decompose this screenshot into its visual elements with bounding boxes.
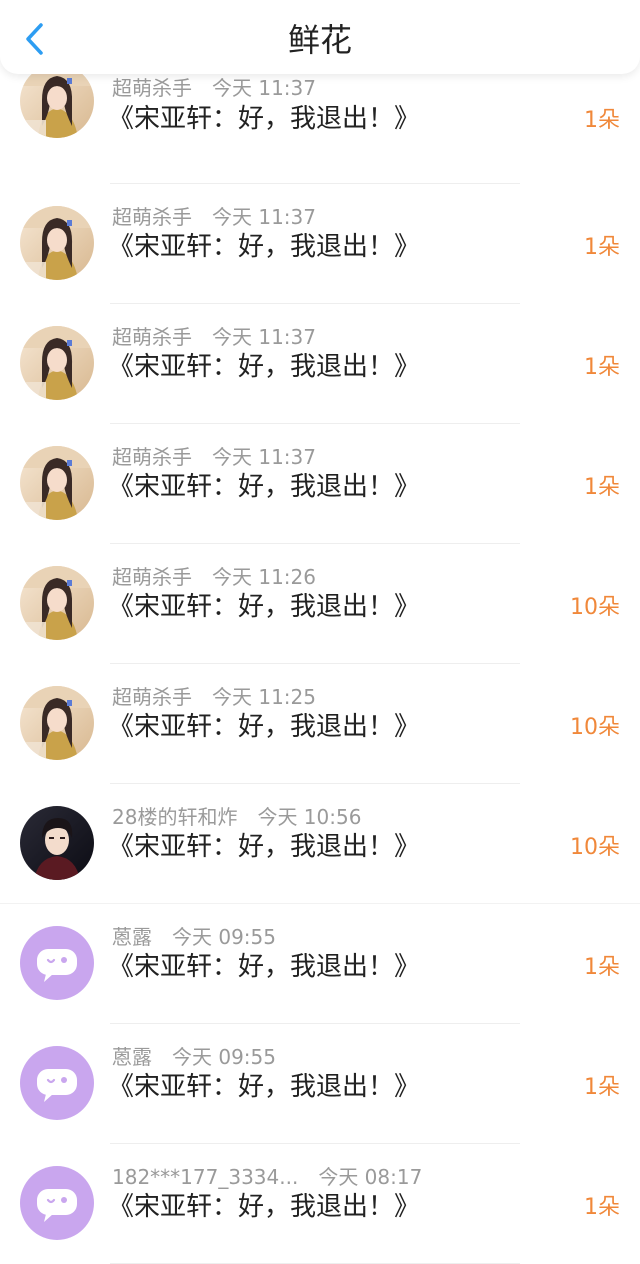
story-title: 《宋亚轩：好，我退出！》 xyxy=(108,232,421,262)
flower-count: 10朵 xyxy=(570,715,620,740)
flower-count: 1朵 xyxy=(584,1075,620,1100)
flower-record-row[interactable]: 超萌杀手 今天 11:37 《宋亚轩：好，我退出！》 1朵 xyxy=(0,184,640,304)
flower-count: 10朵 xyxy=(570,595,620,620)
user-avatar-image xyxy=(20,806,94,880)
flower-count: 1朵 xyxy=(584,235,620,260)
story-title: 《宋亚轩：好，我退出！》 xyxy=(108,832,421,862)
top-bar: 鲜花 xyxy=(0,0,640,74)
avatar[interactable] xyxy=(20,1166,94,1240)
flower-record-row[interactable]: 超萌杀手 今天 11:37 《宋亚轩：好，我退出！》 1朵 xyxy=(0,304,640,424)
user-avatar-image xyxy=(20,566,94,640)
flower-record-row[interactable]: 超萌杀手 今天 11:37 《宋亚轩：好，我退出！》 1朵 xyxy=(0,64,640,184)
flower-record-row[interactable]: 超萌杀手 今天 11:26 《宋亚轩：好，我退出！》 10朵 xyxy=(0,544,640,664)
avatar[interactable] xyxy=(20,1046,94,1120)
default-chat-avatar xyxy=(20,926,94,1000)
user-avatar-image xyxy=(20,326,94,400)
avatar[interactable] xyxy=(20,206,94,280)
flower-record-row[interactable]: 超萌杀手 今天 11:25 《宋亚轩：好，我退出！》 10朵 xyxy=(0,664,640,784)
flower-count: 1朵 xyxy=(584,108,620,133)
flower-count: 1朵 xyxy=(584,355,620,380)
story-title: 《宋亚轩：好，我退出！》 xyxy=(108,952,421,982)
flower-count: 1朵 xyxy=(584,955,620,980)
flower-count: 1朵 xyxy=(584,1195,620,1220)
flower-record-row[interactable]: 超萌杀手 今天 11:37 《宋亚轩：好，我退出！》 1朵 xyxy=(0,424,640,544)
user-avatar-image xyxy=(20,206,94,280)
avatar[interactable] xyxy=(20,446,94,520)
story-title: 《宋亚轩：好，我退出！》 xyxy=(108,712,421,742)
story-title: 《宋亚轩：好，我退出！》 xyxy=(108,472,421,502)
story-title: 《宋亚轩：好，我退出！》 xyxy=(108,104,421,134)
flower-list: 超萌杀手 今天 11:37 《宋亚轩：好，我退出！》 1朵 超萌杀手 今天 11:37 《宋… xyxy=(0,64,640,1264)
story-title: 《宋亚轩：好，我退出！》 xyxy=(108,592,421,622)
flower-count: 10朵 xyxy=(570,835,620,860)
flower-record-row[interactable]: 蒽露 今天 09:55 《宋亚轩：好，我退出！》 1朵 xyxy=(0,1024,640,1144)
default-chat-avatar xyxy=(20,1166,94,1240)
page-title: 鲜花 xyxy=(287,21,352,59)
avatar[interactable] xyxy=(20,326,94,400)
avatar[interactable] xyxy=(20,806,94,880)
default-chat-avatar xyxy=(20,1046,94,1120)
avatar[interactable] xyxy=(20,566,94,640)
flower-record-row[interactable]: 蒽露 今天 09:55 《宋亚轩：好，我退出！》 1朵 xyxy=(0,904,640,1024)
avatar[interactable] xyxy=(20,926,94,1000)
flower-count: 1朵 xyxy=(584,475,620,500)
story-title: 《宋亚轩：好，我退出！》 xyxy=(108,1192,421,1222)
flower-record-row[interactable]: 28楼的轩和炸 今天 10:56 《宋亚轩：好，我退出！》 10朵 xyxy=(0,784,640,904)
user-avatar-image xyxy=(20,686,94,760)
story-title: 《宋亚轩：好，我退出！》 xyxy=(108,352,421,382)
story-title: 《宋亚轩：好，我退出！》 xyxy=(108,1072,421,1102)
flower-record-row[interactable]: 182***177_3334... 今天 08:17 《宋亚轩：好，我退出！》 1朵 xyxy=(0,1144,640,1264)
avatar[interactable] xyxy=(20,686,94,760)
user-avatar-image xyxy=(20,446,94,520)
